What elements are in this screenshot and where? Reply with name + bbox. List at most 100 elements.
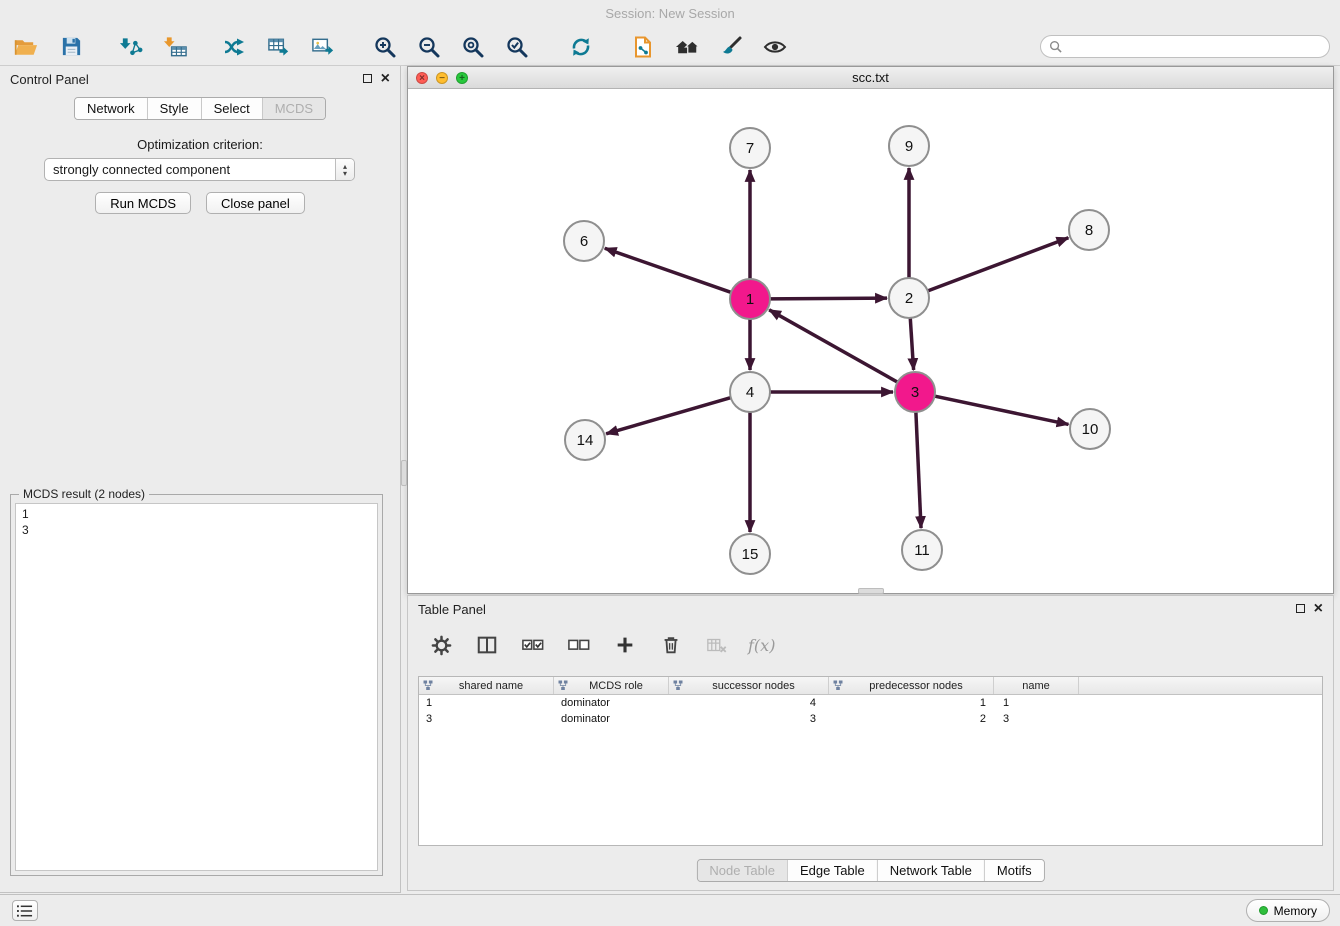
home-button[interactable]: [672, 32, 702, 62]
import-network-button[interactable]: [116, 32, 146, 62]
column-header-shared-name[interactable]: shared name: [419, 677, 554, 694]
table-toolbar: f(x): [426, 628, 775, 662]
table-panel-title: Table Panel: [418, 602, 486, 617]
zoom-selected-button[interactable]: [502, 32, 532, 62]
clone-network-button[interactable]: [628, 32, 658, 62]
graph-node-1[interactable]: 1: [730, 279, 770, 319]
tab-network[interactable]: Network: [75, 98, 147, 119]
add-row-button[interactable]: [610, 630, 640, 660]
zoom-in-button[interactable]: [370, 32, 400, 62]
tab-select[interactable]: Select: [201, 98, 262, 119]
style-button[interactable]: [716, 32, 746, 62]
graph-node-10[interactable]: 10: [1070, 409, 1110, 449]
tab-network-table[interactable]: Network Table: [877, 860, 984, 881]
column-type-icon: [558, 680, 568, 691]
select-all-columns-button[interactable]: [518, 630, 548, 660]
graph-node-14[interactable]: 14: [565, 420, 605, 460]
close-table-panel-icon[interactable]: ×: [1314, 603, 1323, 614]
graph-edge-2-3[interactable]: [910, 316, 913, 370]
status-menu-button[interactable]: [12, 900, 38, 921]
table-cell: dominator: [554, 711, 669, 727]
dropdown-stepper-icon: ▴▾: [335, 159, 354, 180]
app-titlebar[interactable]: Session: New Session: [0, 0, 1340, 28]
node-table-body: 1dominator4113dominator323: [419, 695, 1322, 727]
search-icon: [1049, 40, 1062, 53]
open-folder-icon: [13, 35, 38, 59]
gear-icon: [430, 634, 453, 657]
run-mcds-button[interactable]: Run MCDS: [95, 192, 191, 214]
network-window: × − + scc.txt 7 9 6 8 1 2 4 3 14 10 15 11: [407, 66, 1334, 594]
graph-edge-2-8[interactable]: [926, 238, 1069, 292]
zoom-out-button[interactable]: [414, 32, 444, 62]
table-cell: 1: [419, 695, 554, 711]
open-session-button[interactable]: [10, 32, 40, 62]
graph-node-15[interactable]: 15: [730, 534, 770, 574]
column-settings-button[interactable]: [426, 630, 456, 660]
graph-edge-4-14[interactable]: [606, 397, 733, 434]
apply-layout-button[interactable]: [566, 32, 596, 62]
function-builder-button[interactable]: f(x): [748, 636, 775, 655]
new-network-button[interactable]: [220, 32, 250, 62]
close-window-icon[interactable]: ×: [416, 72, 428, 84]
float-table-panel-icon[interactable]: [1296, 604, 1305, 613]
save-session-button[interactable]: [56, 32, 86, 62]
graph-edge-1-2[interactable]: [768, 298, 887, 299]
float-panel-icon[interactable]: [363, 74, 372, 83]
import-table-button[interactable]: [160, 32, 190, 62]
tab-style[interactable]: Style: [147, 98, 201, 119]
svg-text:8: 8: [1085, 222, 1093, 239]
graph-edge-1-6[interactable]: [605, 248, 733, 293]
network-canvas[interactable]: 7 9 6 8 1 2 4 3 14 10 15 11: [408, 89, 1333, 593]
export-table-icon: [267, 35, 292, 59]
graph-node-7[interactable]: 7: [730, 128, 770, 168]
tab-node-table[interactable]: Node Table: [697, 860, 787, 881]
memory-button[interactable]: Memory: [1246, 899, 1330, 922]
minimize-window-icon[interactable]: −: [436, 72, 448, 84]
close-panel-icon[interactable]: ×: [381, 73, 390, 84]
export-table-button[interactable]: [264, 32, 294, 62]
graph-node-3[interactable]: 3: [895, 372, 935, 412]
unselect-all-columns-button[interactable]: [564, 630, 594, 660]
tab-mcds[interactable]: MCDS: [262, 98, 325, 119]
graph-node-4[interactable]: 4: [730, 372, 770, 412]
delete-row-button[interactable]: [656, 630, 686, 660]
horizontal-splitter-handle[interactable]: [858, 588, 884, 594]
graph-edge-3-1[interactable]: [769, 310, 899, 383]
tab-motifs[interactable]: Motifs: [984, 860, 1044, 881]
search-box[interactable]: [1040, 35, 1330, 58]
zoom-fit-button[interactable]: [458, 32, 488, 62]
graph-edge-3-11[interactable]: [916, 410, 921, 528]
app-title: Session: New Session: [605, 6, 734, 21]
network-window-titlebar[interactable]: × − + scc.txt: [408, 67, 1333, 89]
node-table: shared name MCDS role successor nodes pr…: [418, 676, 1323, 846]
zoom-window-icon[interactable]: +: [456, 72, 468, 84]
graphics-details-button[interactable]: [760, 32, 790, 62]
export-image-button[interactable]: [308, 32, 338, 62]
delete-column-button[interactable]: [702, 630, 732, 660]
graph-node-11[interactable]: 11: [902, 530, 942, 570]
column-header-predecessor-nodes[interactable]: predecessor nodes: [829, 677, 994, 694]
column-type-icon: [833, 680, 843, 691]
graph-node-2[interactable]: 2: [889, 278, 929, 318]
tab-edge-table[interactable]: Edge Table: [787, 860, 877, 881]
column-header-successor-nodes[interactable]: successor nodes: [669, 677, 829, 694]
graph-node-9[interactable]: 9: [889, 126, 929, 166]
graph-node-6[interactable]: 6: [564, 221, 604, 261]
criterion-dropdown[interactable]: strongly connected component ▴▾: [44, 158, 355, 181]
column-header-name[interactable]: name: [994, 677, 1079, 694]
control-panel-tabs: Network Style Select MCDS: [74, 97, 326, 120]
vertical-splitter-handle[interactable]: [401, 460, 407, 486]
table-row[interactable]: 1dominator411: [419, 695, 1322, 711]
import-table-icon: [163, 35, 188, 59]
column-layout-button[interactable]: [472, 630, 502, 660]
home-icon: [675, 35, 700, 59]
table-row[interactable]: 3dominator323: [419, 711, 1322, 727]
search-input[interactable]: [1062, 40, 1321, 54]
mcds-result-groupbox: MCDS result (2 nodes) 1 3: [10, 494, 383, 876]
graph-node-8[interactable]: 8: [1069, 210, 1109, 250]
column-header-mcds-role[interactable]: MCDS role: [554, 677, 669, 694]
network-window-title: scc.txt: [852, 70, 889, 85]
graph-edge-3-10[interactable]: [933, 396, 1069, 425]
close-panel-button[interactable]: Close panel: [206, 192, 305, 214]
mcds-result-text[interactable]: 1 3: [15, 503, 378, 871]
